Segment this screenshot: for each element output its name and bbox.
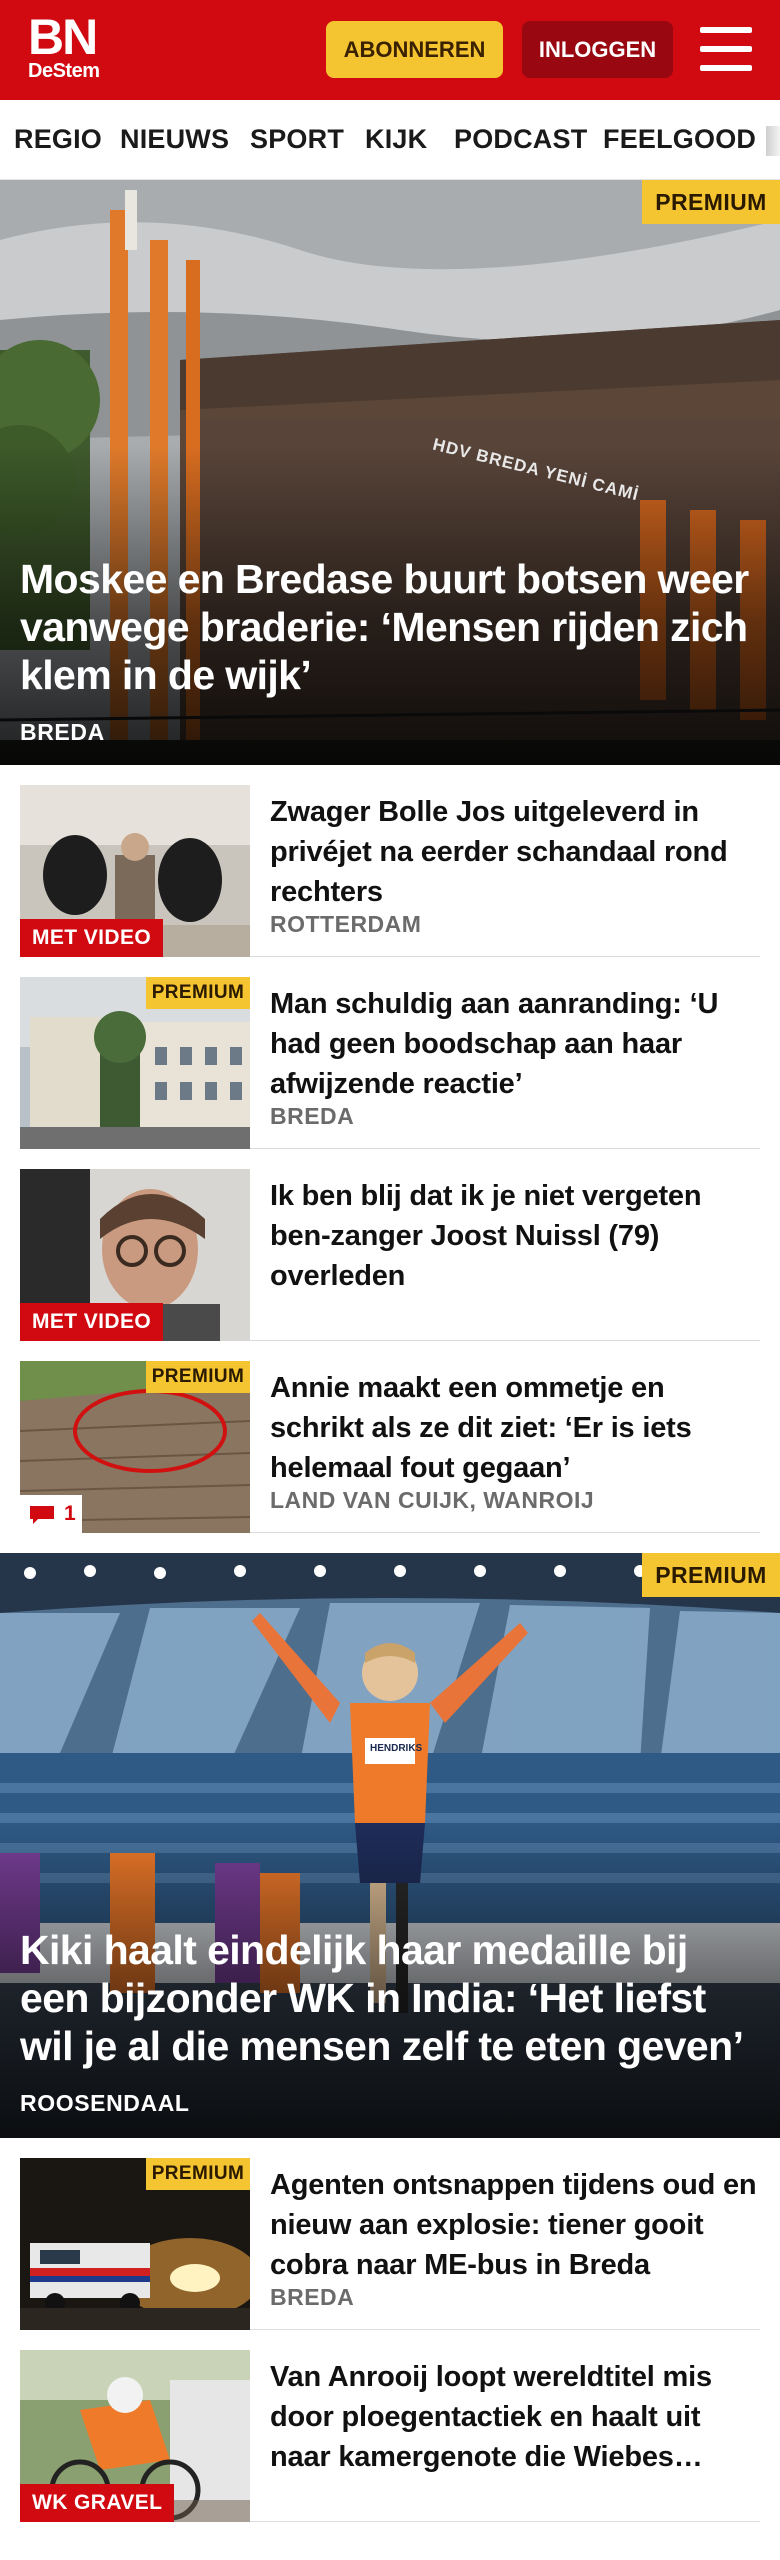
- list-item[interactable]: WK GRAVEL Van Anrooij loopt wereldtitel …: [20, 2330, 760, 2522]
- article-headline[interactable]: Annie maakt een ommetje en schrikt als z…: [270, 1368, 760, 1488]
- premium-badge: PREMIUM: [146, 977, 250, 1009]
- article-location: ROTTERDAM: [270, 911, 422, 937]
- article-location: LAND VAN CUIJK, WANROIJ: [270, 1487, 595, 1513]
- article-thumbnail: PREMIUM: [20, 977, 250, 1149]
- premium-badge: PREMIUM: [146, 1361, 250, 1393]
- article-location: BREDA: [270, 1103, 355, 1129]
- login-button[interactable]: INLOGGEN: [522, 21, 673, 78]
- logo-sub-text: DeStem: [28, 60, 100, 82]
- article-thumbnail: PREMIUM 1: [20, 1361, 250, 1533]
- video-label: MET VIDEO: [20, 919, 164, 957]
- video-label: MET VIDEO: [20, 1303, 164, 1341]
- hero-location: BREDA: [20, 719, 105, 745]
- article-headline[interactable]: Agenten ontsnappen tijdens oud en nieuw …: [270, 2165, 760, 2285]
- hero-headline[interactable]: Kiki haalt eindelijk haar medaille bij e…: [20, 1926, 765, 2070]
- comment-badge[interactable]: 1: [20, 1495, 82, 1533]
- category-label: WK GRAVEL: [20, 2484, 175, 2522]
- list-item[interactable]: PREMIUM Man schuldig aan aanranding: ‘U …: [20, 957, 760, 1149]
- site-logo[interactable]: BN DeStem: [28, 9, 118, 82]
- article-thumbnail: MET VIDEO: [20, 785, 250, 957]
- article-headline[interactable]: Zwager Bolle Jos uitgeleverd in privéjet…: [270, 792, 760, 912]
- article-headline[interactable]: Van Anrooij loopt wereldtitel mis door p…: [270, 2357, 760, 2477]
- hamburger-menu-icon[interactable]: [700, 27, 752, 71]
- menu-bar: [700, 46, 752, 52]
- subscribe-button[interactable]: ABONNEREN: [326, 21, 503, 78]
- premium-badge: PREMIUM: [642, 1553, 780, 1597]
- site-header: BN DeStem ABONNEREN INLOGGEN: [0, 0, 780, 100]
- article-headline[interactable]: Man schuldig aan aanranding: ‘U had geen…: [270, 984, 760, 1104]
- section-nav: REGIO NIEUWS SPORT KIJK PODCAST FEELGOOD: [0, 100, 780, 180]
- comment-icon: [30, 1506, 54, 1524]
- nav-item-feelgood[interactable]: FEELGOOD: [603, 124, 756, 155]
- athlete-bib-text: HENDRIKS: [370, 1743, 423, 1754]
- list-item[interactable]: PREMIUM Agenten ontsnappen tijdens oud e…: [20, 2138, 760, 2330]
- nav-item-regio[interactable]: REGIO: [14, 124, 102, 155]
- nav-overflow-indicator: [766, 126, 780, 156]
- nav-item-kijk[interactable]: KIJK: [365, 124, 427, 155]
- comment-count: 1: [64, 1502, 76, 1525]
- list-item[interactable]: MET VIDEO Zwager Bolle Jos uitgeleverd i…: [20, 765, 760, 957]
- premium-badge: PREMIUM: [642, 180, 780, 224]
- premium-badge: PREMIUM: [146, 2158, 250, 2190]
- nav-item-sport[interactable]: SPORT: [250, 124, 344, 155]
- article-headline[interactable]: Ik ben blij dat ik je niet vergeten ben-…: [270, 1176, 760, 1296]
- article-thumbnail: PREMIUM: [20, 2158, 250, 2330]
- nav-item-podcast[interactable]: PODCAST: [454, 124, 587, 155]
- hero-article-athlete[interactable]: HENDRIKS PREMIUM Kiki haalt eindelijk ha…: [0, 1553, 780, 2138]
- article-thumbnail: WK GRAVEL: [20, 2350, 250, 2522]
- article-location: BREDA: [270, 2284, 355, 2310]
- list-item[interactable]: MET VIDEO Ik ben blij dat ik je niet ver…: [20, 1149, 760, 1341]
- hero-location: ROOSENDAAL: [20, 2090, 190, 2116]
- logo-main-text: BN: [28, 9, 98, 65]
- list-item[interactable]: PREMIUM 1 Annie maakt een ommetje en sch…: [20, 1341, 760, 1533]
- menu-bar: [700, 27, 752, 33]
- nav-item-nieuws[interactable]: NIEUWS: [120, 124, 229, 155]
- hero-article-mosque[interactable]: PREMIUM HDV BREDA YENİ CAMİ Moskee en Br…: [0, 180, 780, 765]
- hero-headline[interactable]: Moskee en Bredase buurt botsen weer vanw…: [20, 555, 765, 699]
- menu-bar: [700, 65, 752, 71]
- article-thumbnail: MET VIDEO: [20, 1169, 250, 1341]
